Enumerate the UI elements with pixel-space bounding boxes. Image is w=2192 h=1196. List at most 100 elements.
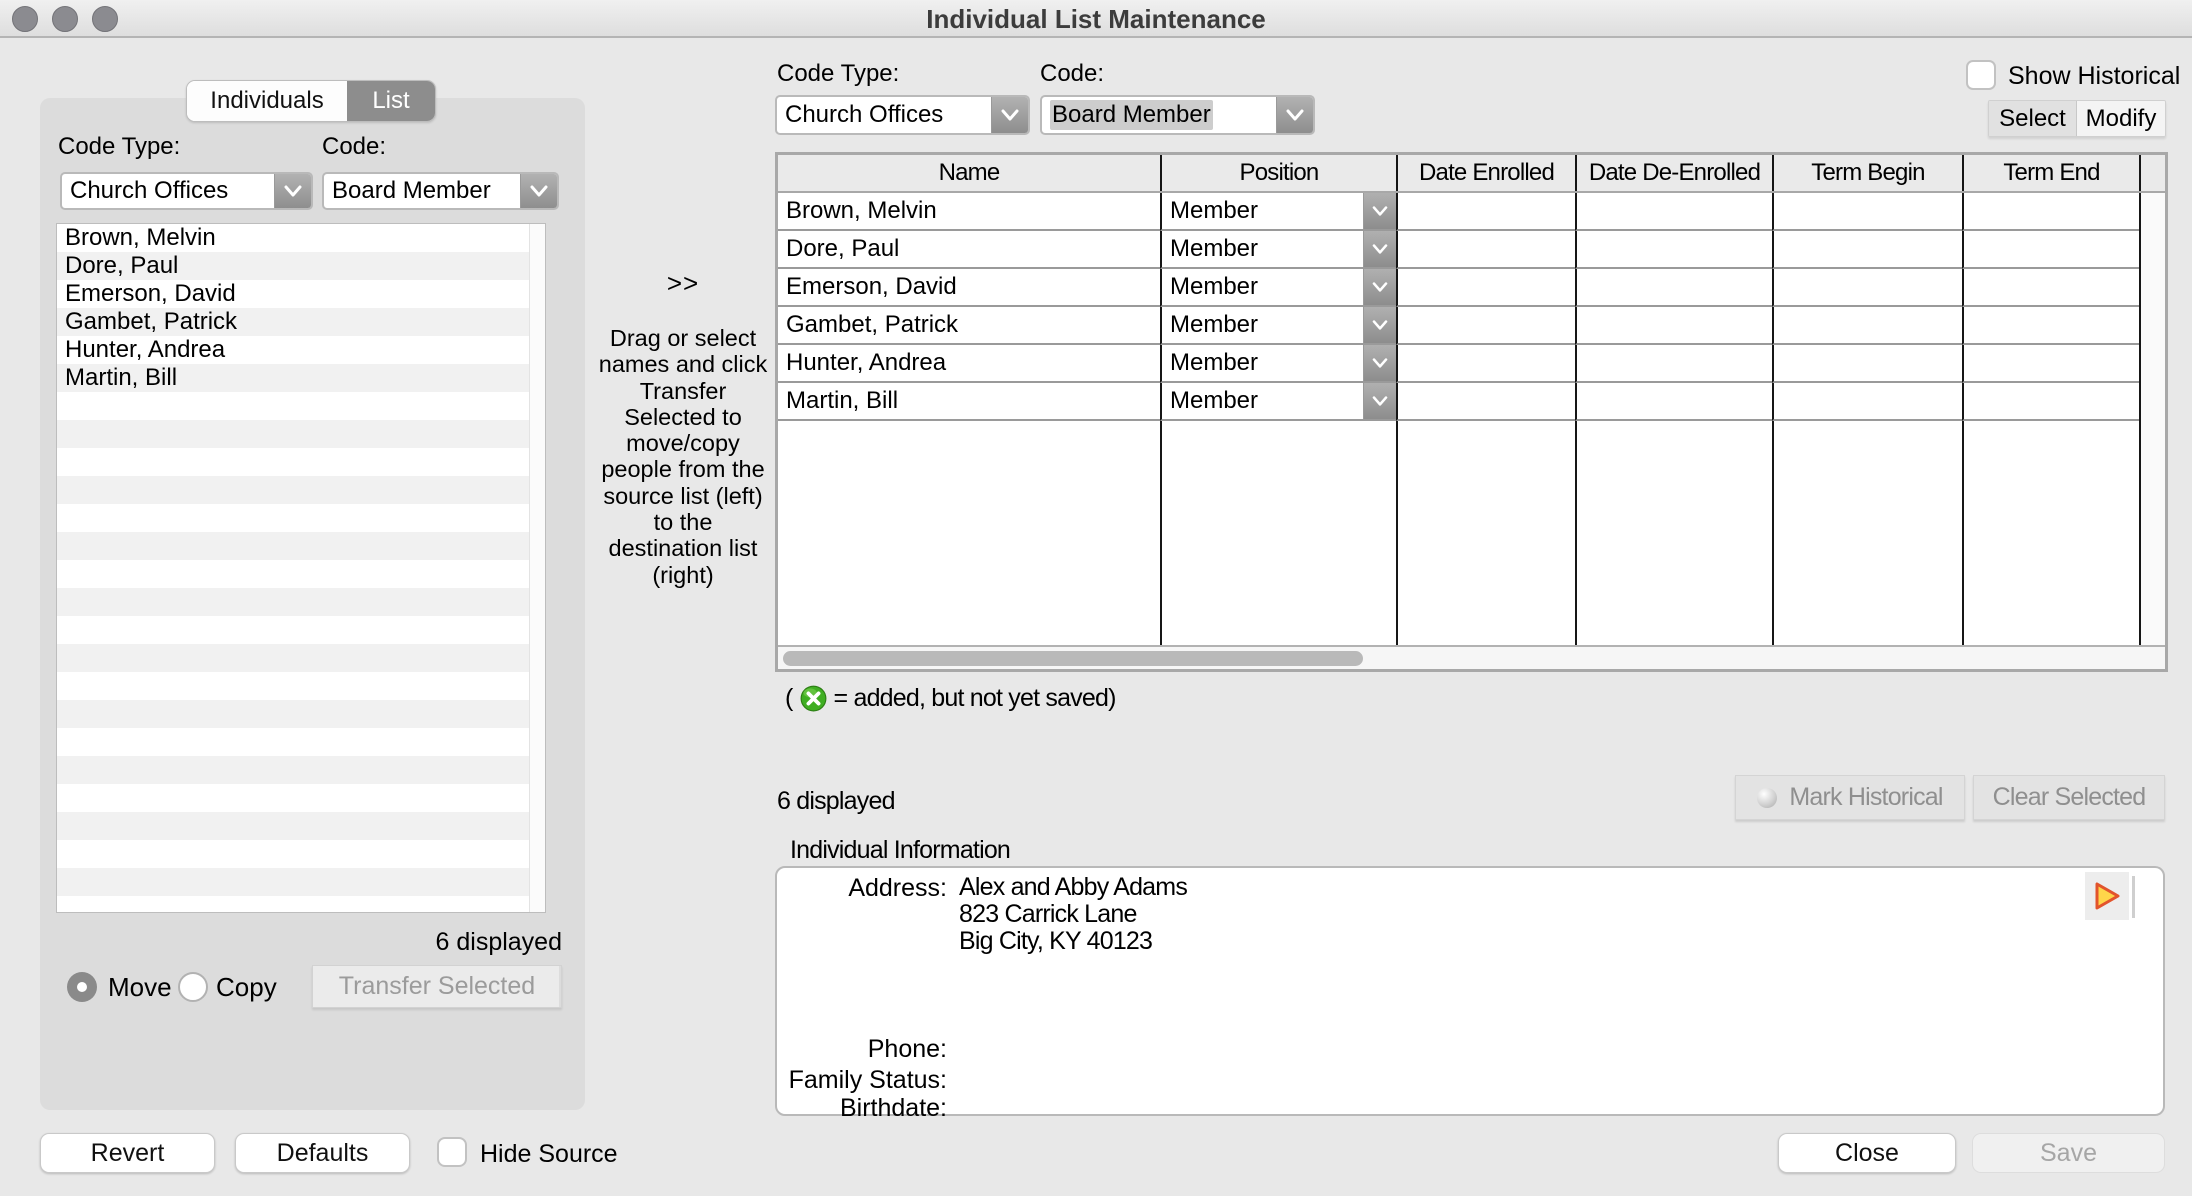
chevron-down-icon[interactable] bbox=[1363, 269, 1396, 305]
table-cell-empty[interactable] bbox=[1772, 383, 1962, 421]
list-item[interactable]: Brown, Melvin bbox=[57, 224, 545, 252]
scrollbar-thumb[interactable] bbox=[783, 651, 1363, 666]
copy-radio[interactable] bbox=[178, 972, 208, 1002]
chevron-down-icon[interactable] bbox=[1363, 231, 1396, 267]
modify-button[interactable]: Modify bbox=[2077, 101, 2165, 136]
list-item[interactable]: Martin, Bill bbox=[57, 364, 545, 392]
table-cell-empty[interactable] bbox=[1575, 193, 1772, 231]
table-vertical-scrollbar[interactable] bbox=[2139, 307, 2165, 345]
position-dropdown[interactable]: Member bbox=[1162, 269, 1396, 305]
show-historical-checkbox[interactable] bbox=[1966, 60, 1996, 90]
table-row[interactable]: Brown, MelvinMember bbox=[778, 193, 2165, 231]
position-dropdown[interactable]: Member bbox=[1162, 193, 1396, 229]
table-cell-empty[interactable] bbox=[1575, 383, 1772, 421]
table-cell-empty[interactable] bbox=[1962, 345, 2139, 383]
chevron-down-icon[interactable] bbox=[1363, 193, 1396, 229]
chevron-down-icon[interactable] bbox=[1276, 97, 1313, 133]
column-header-term-end[interactable]: Term End bbox=[1962, 155, 2139, 191]
show-historical-label[interactable]: Show Historical bbox=[2008, 62, 2180, 91]
tab-list[interactable]: List bbox=[347, 81, 435, 121]
chevron-down-icon[interactable] bbox=[991, 97, 1028, 133]
table-cell-empty[interactable] bbox=[1962, 193, 2139, 231]
table-cell-empty[interactable] bbox=[1396, 231, 1575, 269]
hide-source-checkbox[interactable] bbox=[437, 1137, 467, 1167]
tab-individuals[interactable]: Individuals bbox=[187, 81, 347, 121]
chevron-down-icon[interactable] bbox=[1363, 307, 1396, 343]
go-to-individual-button[interactable] bbox=[2085, 872, 2129, 920]
table-cell-empty[interactable] bbox=[1575, 345, 1772, 383]
table-vertical-scrollbar[interactable] bbox=[2139, 345, 2165, 383]
clear-selected-button[interactable]: Clear Selected bbox=[1973, 775, 2165, 820]
table-cell-empty[interactable] bbox=[1396, 307, 1575, 345]
table-cell-name[interactable]: Hunter, Andrea bbox=[778, 345, 1160, 383]
save-button[interactable]: Save bbox=[1972, 1133, 2165, 1173]
table-cell-empty[interactable] bbox=[1772, 345, 1962, 383]
table-cell-empty[interactable] bbox=[1962, 383, 2139, 421]
table-cell-empty[interactable] bbox=[1396, 383, 1575, 421]
table-cell-empty[interactable] bbox=[1396, 269, 1575, 307]
column-header-name[interactable]: Name bbox=[778, 155, 1160, 191]
table-cell-name[interactable]: Brown, Melvin bbox=[778, 193, 1160, 231]
table-cell-empty[interactable] bbox=[1962, 307, 2139, 345]
transfer-selected-button[interactable]: Transfer Selected bbox=[312, 965, 562, 1008]
position-dropdown[interactable]: Member bbox=[1162, 383, 1396, 419]
table-row[interactable]: Emerson, DavidMember bbox=[778, 269, 2165, 307]
list-item[interactable]: Gambet, Patrick bbox=[57, 308, 545, 336]
table-row[interactable]: Dore, PaulMember bbox=[778, 231, 2165, 269]
hide-source-label[interactable]: Hide Source bbox=[480, 1140, 618, 1169]
table-row[interactable]: Gambet, PatrickMember bbox=[778, 307, 2165, 345]
chevron-down-icon[interactable] bbox=[1363, 383, 1396, 419]
table-cell-name[interactable]: Emerson, David bbox=[778, 269, 1160, 307]
select-button[interactable]: Select bbox=[1989, 101, 2077, 136]
table-cell-empty[interactable] bbox=[1575, 269, 1772, 307]
table-vertical-scrollbar[interactable] bbox=[2139, 231, 2165, 269]
table-cell-empty[interactable] bbox=[1962, 231, 2139, 269]
table-vertical-scrollbar[interactable] bbox=[2139, 193, 2165, 231]
close-button[interactable]: Close bbox=[1778, 1133, 1956, 1173]
dest-code-type-dropdown[interactable]: Church Offices bbox=[775, 95, 1030, 135]
table-horizontal-scrollbar[interactable] bbox=[778, 645, 2165, 669]
chevron-down-icon[interactable] bbox=[274, 174, 311, 208]
table-cell-empty[interactable] bbox=[1396, 193, 1575, 231]
table-cell-empty[interactable] bbox=[1772, 307, 1962, 345]
revert-button[interactable]: Revert bbox=[40, 1133, 215, 1173]
table-vertical-scrollbar[interactable] bbox=[2139, 269, 2165, 307]
table-cell-name[interactable]: Gambet, Patrick bbox=[778, 307, 1160, 345]
table-cell-empty[interactable] bbox=[1772, 231, 1962, 269]
chevron-down-icon[interactable] bbox=[520, 174, 557, 208]
defaults-button[interactable]: Defaults bbox=[235, 1133, 410, 1173]
source-list-scrollbar[interactable] bbox=[529, 224, 545, 912]
source-code-dropdown[interactable]: Board Member bbox=[322, 172, 559, 210]
move-radio[interactable] bbox=[67, 972, 97, 1002]
column-header-date-enrolled[interactable]: Date Enrolled bbox=[1396, 155, 1575, 191]
source-name-list[interactable]: Brown, MelvinDore, PaulEmerson, DavidGam… bbox=[56, 223, 546, 913]
source-code-type-dropdown[interactable]: Church Offices bbox=[60, 172, 313, 210]
list-item[interactable]: Hunter, Andrea bbox=[57, 336, 545, 364]
table-cell-empty[interactable] bbox=[1772, 193, 1962, 231]
list-item[interactable]: Emerson, David bbox=[57, 280, 545, 308]
table-cell-empty[interactable] bbox=[1962, 269, 2139, 307]
dest-code-dropdown[interactable]: Board Member bbox=[1040, 95, 1315, 135]
move-radio-label[interactable]: Move bbox=[108, 972, 172, 1003]
copy-radio-label[interactable]: Copy bbox=[216, 972, 277, 1003]
column-header-term-begin[interactable]: Term Begin bbox=[1772, 155, 1962, 191]
table-cell-empty[interactable] bbox=[1396, 345, 1575, 383]
table-row[interactable]: Hunter, AndreaMember bbox=[778, 345, 2165, 383]
info-scrollbar[interactable] bbox=[2132, 876, 2135, 918]
column-header-date-de-enrolled[interactable]: Date De-Enrolled bbox=[1575, 155, 1772, 191]
position-dropdown[interactable]: Member bbox=[1162, 231, 1396, 267]
chevron-down-icon[interactable] bbox=[1363, 345, 1396, 381]
table-vertical-scrollbar[interactable] bbox=[2139, 421, 2165, 645]
position-dropdown[interactable]: Member bbox=[1162, 345, 1396, 381]
table-cell-name[interactable]: Dore, Paul bbox=[778, 231, 1160, 269]
column-header-position[interactable]: Position bbox=[1160, 155, 1396, 191]
table-cell-empty[interactable] bbox=[1575, 307, 1772, 345]
table-cell-empty[interactable] bbox=[1575, 231, 1772, 269]
table-cell-name[interactable]: Martin, Bill bbox=[778, 383, 1160, 421]
list-item[interactable]: Dore, Paul bbox=[57, 252, 545, 280]
table-vertical-scrollbar[interactable] bbox=[2139, 383, 2165, 421]
position-dropdown[interactable]: Member bbox=[1162, 307, 1396, 343]
table-row[interactable]: Martin, BillMember bbox=[778, 383, 2165, 421]
table-cell-empty[interactable] bbox=[1772, 269, 1962, 307]
mark-historical-button[interactable]: Mark Historical bbox=[1735, 775, 1965, 820]
